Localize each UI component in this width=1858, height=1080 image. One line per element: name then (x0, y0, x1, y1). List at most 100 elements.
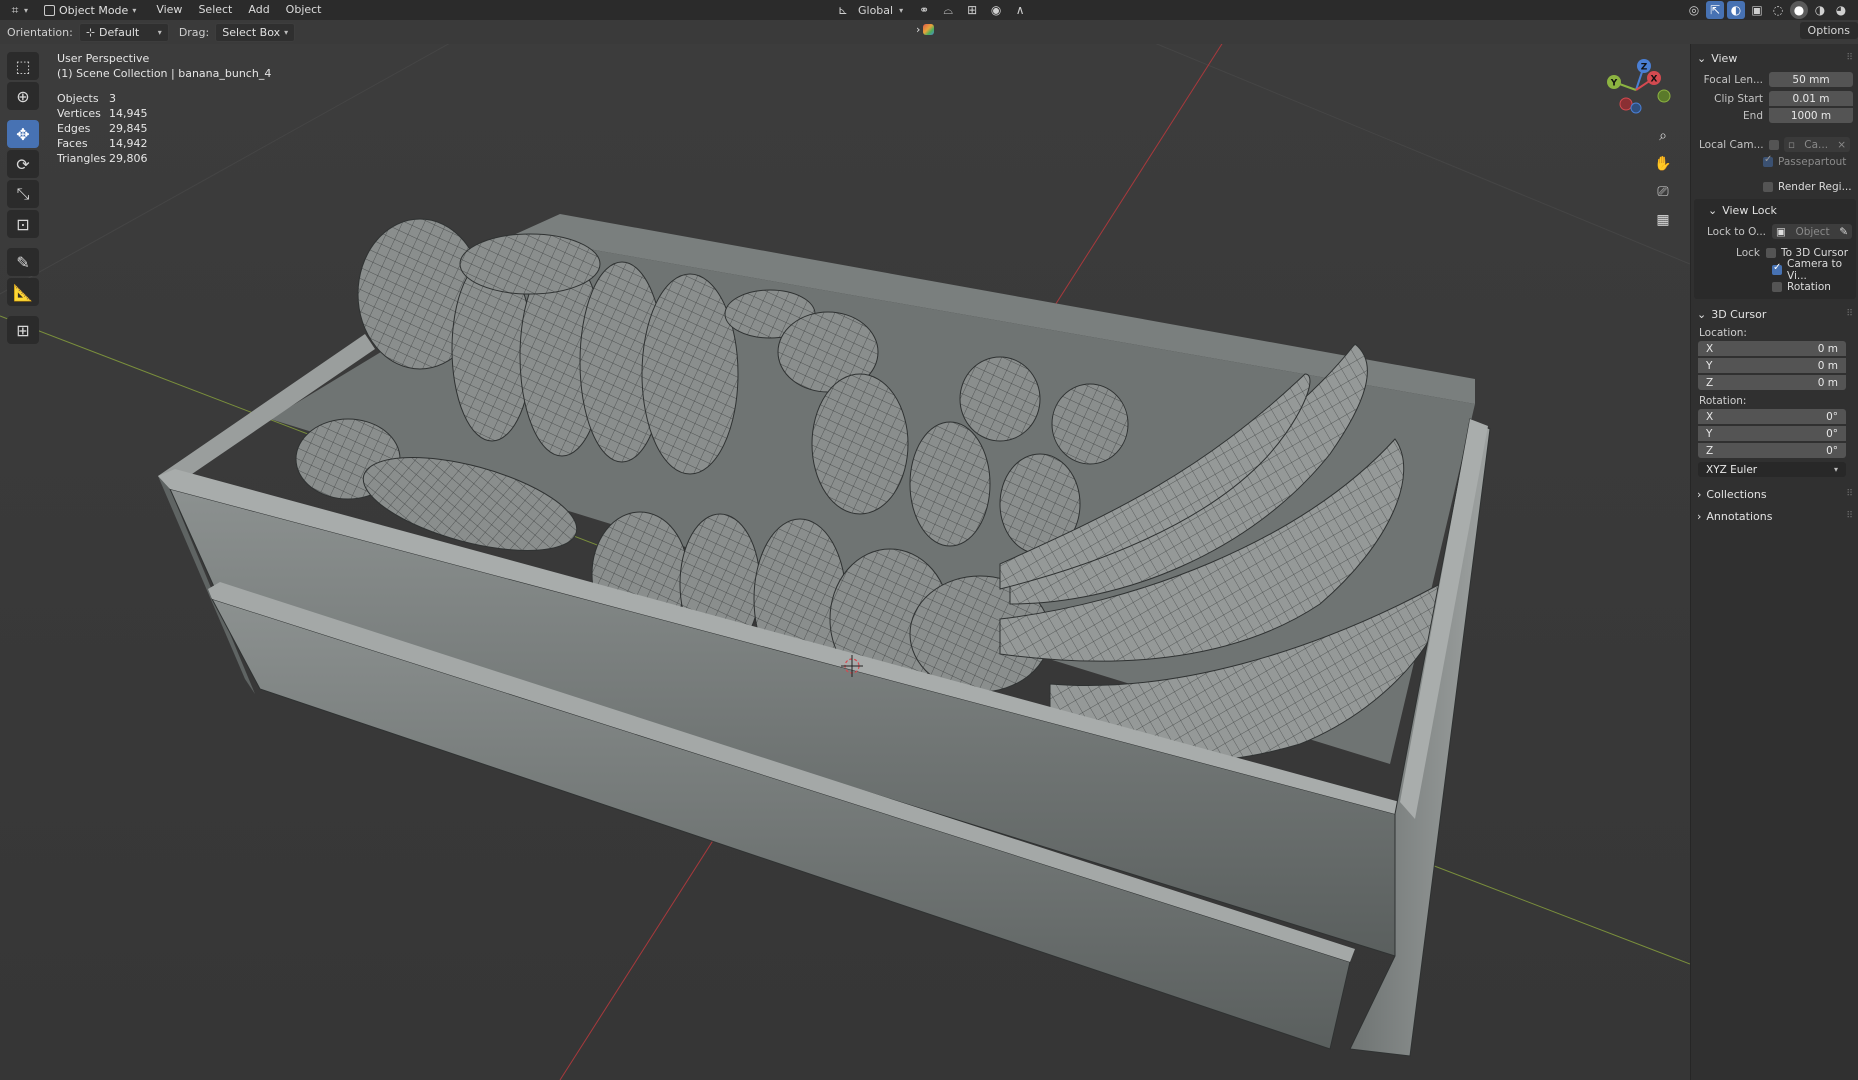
chevron-down-icon: ⌄ (1697, 51, 1707, 65)
chevron-down-icon: ⌄ (1708, 203, 1718, 217)
add-cube-tool-icon[interactable]: ⊞ (7, 316, 39, 344)
cursor-rotation-y-field[interactable]: Y 0° (1698, 426, 1846, 441)
chevron-down-icon: ▾ (899, 5, 904, 15)
viewport-info-overlay: User Perspective (1) Scene Collection | … (57, 51, 271, 166)
gizmo-neg-x[interactable] (1619, 97, 1633, 111)
to-3d-cursor-checkbox[interactable] (1766, 247, 1776, 258)
axis-label: Y (1706, 427, 1713, 440)
local-camera-checkbox[interactable] (1769, 139, 1779, 150)
pan-hand-icon[interactable]: ✋ (1650, 152, 1676, 176)
material-shading-icon[interactable]: ◑ (1811, 1, 1829, 19)
camera-icon: ▫ (1788, 138, 1796, 151)
tool-settings-bar: Orientation: ⊹ Default ▾ Drag: Select Bo… (0, 20, 1858, 44)
region-toggle[interactable]: › (916, 23, 935, 36)
cursor-tool-icon[interactable]: ⊕ (7, 82, 39, 110)
overlays-toggle-icon[interactable]: ◐ (1727, 1, 1745, 19)
object-mode-icon (44, 4, 56, 16)
solid-shading-icon[interactable]: ● (1790, 1, 1808, 19)
snap-target-icon[interactable]: ⊞ (963, 1, 981, 19)
rendered-shading-icon[interactable]: ◕ (1832, 1, 1850, 19)
drag-label: Drag: (178, 25, 210, 39)
focal-length-field[interactable]: 50 mm (1769, 72, 1853, 87)
cursor-location-z-field[interactable]: Z 0 m (1698, 375, 1846, 390)
render-region-checkbox[interactable] (1763, 181, 1773, 192)
view-lock-subpanel: ⌄ View Lock Lock to O... ▣ Object ✎ Lock… (1694, 199, 1856, 299)
select-box-tool-icon[interactable]: ⬚ (7, 52, 39, 80)
local-camera-value: Ca... (1804, 138, 1829, 151)
drag-dropdown[interactable]: Select Box ▾ (215, 22, 296, 42)
chevron-right-icon: › (916, 23, 921, 36)
clip-start-field[interactable]: 0.01 m (1769, 91, 1853, 106)
toolbar-divider (7, 112, 39, 118)
axis-value: 0 m (1817, 359, 1838, 372)
orientation-dropdown[interactable]: ⊹ Default ▾ (78, 22, 169, 42)
gizmo-toggle-icon[interactable]: ⇱ (1706, 1, 1724, 19)
transform-tool-icon[interactable]: ⊡ (7, 210, 39, 238)
menu-select[interactable]: Select (190, 0, 240, 20)
panel-title: Annotations (1706, 509, 1773, 523)
camera-to-view-row[interactable]: Camera to Vi... (1694, 258, 1856, 282)
panel-header-collections[interactable]: › Collections ⠿ (1691, 483, 1858, 505)
chevron-down-icon: ⌄ (1697, 307, 1707, 321)
rotate-tool-icon[interactable]: ⟳ (7, 150, 39, 178)
panel-header-3d-cursor[interactable]: ⌄ 3D Cursor ⠿ (1691, 303, 1858, 325)
passepartout-checkbox[interactable] (1763, 154, 1773, 167)
menu-view[interactable]: View (148, 0, 190, 20)
annotate-tool-icon[interactable]: ✎ (7, 248, 39, 276)
falloff-icon[interactable]: ∧ (1011, 1, 1029, 19)
3d-viewport[interactable]: ⬚ ⊕ ✥ ⟳ ⤡ ⊡ ✎ 📐 ⊞ User Perspective (1) S… (0, 44, 1690, 1080)
clip-end-row: End 1000 m (1691, 107, 1858, 124)
render-region-row[interactable]: Render Regi... (1691, 178, 1858, 195)
cursor-location-x-field[interactable]: X 0 m (1698, 341, 1846, 356)
drag-grip-icon[interactable]: ⠿ (1846, 53, 1853, 63)
cursor-location-y-field[interactable]: Y 0 m (1698, 358, 1846, 373)
eyedropper-icon[interactable]: ✎ (1839, 226, 1848, 238)
stat-value: 29,806 (109, 152, 148, 165)
passepartout-row[interactable]: Passepartout (1691, 153, 1858, 170)
location-label: Location: (1699, 327, 1747, 339)
lock-rotation-checkbox[interactable] (1772, 281, 1782, 292)
axis-label: Y (1706, 359, 1713, 372)
lock-to-object-field[interactable]: ▣ Object ✎ (1772, 224, 1852, 239)
scale-tool-icon[interactable]: ⤡ (7, 180, 39, 208)
wireframe-shading-icon[interactable]: ◌ (1769, 1, 1787, 19)
camera-to-view-label: Camera to Vi... (1787, 257, 1843, 282)
xray-toggle-icon[interactable]: ▣ (1748, 1, 1766, 19)
gizmo-neg-y[interactable] (1657, 89, 1671, 103)
clear-icon[interactable]: × (1837, 139, 1846, 151)
subpanel-header-view-lock[interactable]: ⌄ View Lock (1694, 199, 1856, 221)
pivot-point-icon[interactable]: ⚭ (915, 1, 933, 19)
stat-value: 14,945 (109, 107, 148, 120)
gizmo-neg-z[interactable] (1630, 102, 1642, 114)
cursor-rotation-z-field[interactable]: Z 0° (1698, 443, 1846, 458)
camera-to-view-checkbox[interactable] (1772, 262, 1782, 275)
drag-grip-icon[interactable]: ⠿ (1846, 511, 1853, 521)
move-tool-icon[interactable]: ✥ (7, 120, 39, 148)
clip-end-field[interactable]: 1000 m (1769, 108, 1853, 123)
local-camera-field[interactable]: ▫ Ca... × (1784, 137, 1850, 152)
mode-dropdown[interactable]: Object Mode ▾ (38, 2, 142, 19)
camera-view-icon[interactable]: ⎚ (1650, 180, 1676, 204)
navigation-gizmo[interactable]: Z Y X (1596, 56, 1676, 124)
local-camera-row: Local Cam... ▫ Ca... × (1691, 136, 1858, 153)
drag-grip-icon[interactable]: ⠿ (1846, 309, 1853, 319)
panel-header-annotations[interactable]: › Annotations ⠿ (1691, 505, 1858, 527)
zoom-icon[interactable]: ⌕ (1650, 124, 1676, 148)
stat-label: Vertices (57, 107, 101, 120)
measure-tool-icon[interactable]: 📐 (7, 278, 39, 306)
transform-orientation-label[interactable]: Global (858, 4, 893, 17)
snap-icon[interactable]: ⌓ (939, 1, 957, 19)
menu-object[interactable]: Object (278, 0, 330, 20)
rotation-mode-dropdown[interactable]: XYZ Euler ▾ (1698, 462, 1846, 477)
visibility-icon[interactable]: ◎ (1685, 1, 1703, 19)
drag-grip-icon[interactable]: ⠿ (1846, 489, 1853, 499)
clip-start-row: Clip Start 0.01 m (1691, 90, 1858, 107)
options-button[interactable]: Options (1799, 22, 1858, 39)
panel-header-view[interactable]: ⌄ View ⠿ (1691, 47, 1858, 69)
proportional-editing-icon[interactable]: ◉ (987, 1, 1005, 19)
passepartout-label: Passepartout (1778, 155, 1847, 168)
cursor-rotation-x-field[interactable]: X 0° (1698, 409, 1846, 424)
menu-add[interactable]: Add (240, 0, 277, 20)
perspective-toggle-icon[interactable]: ▦ (1650, 208, 1676, 232)
editor-type-icon[interactable]: ⌗ (6, 1, 24, 19)
